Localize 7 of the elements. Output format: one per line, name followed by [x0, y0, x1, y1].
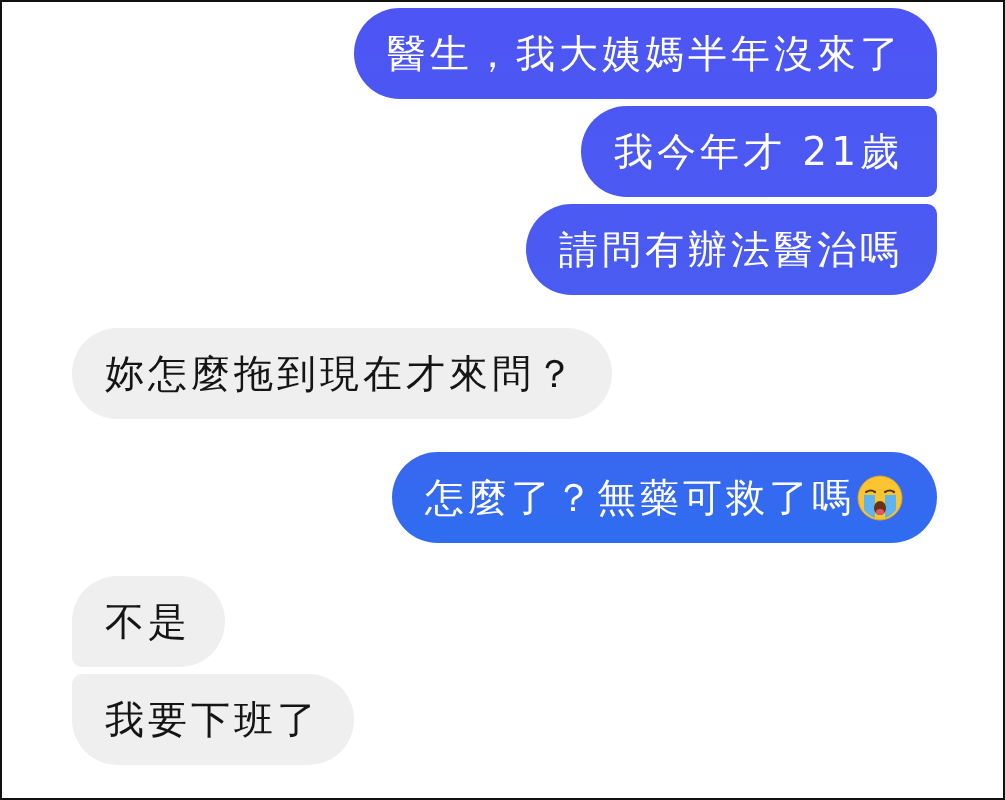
message-text: 妳怎麼拖到現在才來問？ [105, 349, 578, 398]
message-text: 我要下班了 [105, 695, 320, 744]
message-text: 怎麼了？無藥可救了嗎 [425, 473, 855, 522]
message-text: 我今年才 21歲 [613, 127, 903, 176]
message-text: 醫生，我大姨媽半年沒來了 [387, 29, 903, 78]
message-text: 請問有辦法醫治嗎 [559, 225, 903, 274]
message-text: 不是 [105, 597, 191, 646]
